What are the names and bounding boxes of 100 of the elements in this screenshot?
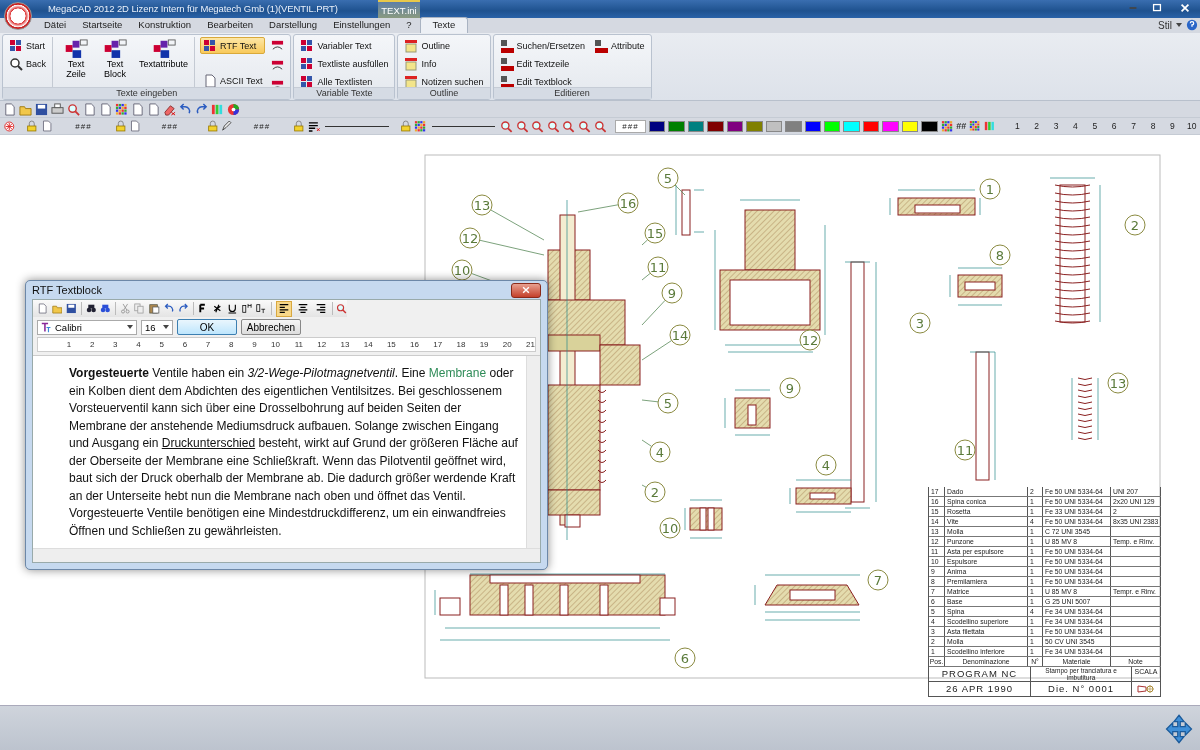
color-swatch[interactable] <box>785 120 802 132</box>
subscript-icon[interactable] <box>256 302 267 315</box>
document-icon[interactable] <box>99 102 112 116</box>
caret-icon[interactable] <box>163 325 169 329</box>
zoom-icon[interactable] <box>546 119 560 133</box>
color-swatch[interactable] <box>687 120 705 132</box>
cancel-button[interactable]: Abbrechen <box>241 319 301 335</box>
ribbon-button[interactable]: Edit Textzeile <box>496 55 589 72</box>
close-icon[interactable] <box>1179 2 1191 14</box>
color-swatch[interactable] <box>707 120 724 132</box>
color-table-icon[interactable] <box>969 120 981 132</box>
document-icon[interactable] <box>131 102 144 116</box>
palette-icon[interactable] <box>227 102 240 116</box>
find-icon[interactable] <box>85 302 97 315</box>
layer-button[interactable]: 1 <box>1009 121 1026 131</box>
color-swatch[interactable] <box>843 120 860 132</box>
ribbon-button[interactable]: Notizen suchen <box>401 73 487 87</box>
app-logo[interactable] <box>4 2 32 30</box>
toolbar-field[interactable]: ### <box>152 121 188 131</box>
color-swatch[interactable] <box>648 120 666 132</box>
layer-button[interactable]: 2 <box>1028 121 1045 131</box>
save-icon[interactable] <box>66 302 77 315</box>
navigation-arrows-icon[interactable] <box>1164 714 1194 744</box>
color-swatch[interactable] <box>746 120 763 132</box>
ribbon-button[interactable]: Info <box>401 55 487 72</box>
layer-button[interactable]: 6 <box>1106 121 1123 131</box>
document-icon[interactable] <box>129 120 141 132</box>
paste-icon[interactable] <box>149 302 160 315</box>
layer-button[interactable]: 7 <box>1125 121 1142 131</box>
document-icon[interactable] <box>147 102 160 116</box>
help-icon[interactable] <box>1186 19 1198 31</box>
ribbon-button[interactable]: Start <box>6 37 49 54</box>
ribbon-button[interactable]: Outline <box>401 37 487 54</box>
zoom-icon[interactable] <box>500 119 513 133</box>
color-swatch[interactable] <box>765 120 783 132</box>
ribbon-button[interactable]: Edit Textblock <box>496 73 589 87</box>
ribbon-tab[interactable]: Texte <box>419 17 469 33</box>
ribbon-button[interactable]: Textliste ausfüllen <box>297 55 392 72</box>
horizontal-scrollbar[interactable] <box>33 548 540 562</box>
color-grid-icon[interactable] <box>414 119 427 133</box>
color-swatch[interactable] <box>901 120 919 132</box>
zoom-icon[interactable] <box>578 119 591 133</box>
underline-icon[interactable] <box>226 302 238 315</box>
align-button[interactable] <box>275 300 292 317</box>
color-swatch[interactable] <box>823 120 841 132</box>
zoom-icon[interactable] <box>531 119 544 133</box>
new-document-icon[interactable] <box>37 302 48 315</box>
ribbon-tab[interactable]: Konstruktion <box>130 17 200 33</box>
superscript-icon[interactable] <box>241 302 253 315</box>
ok-button[interactable]: OK <box>177 319 237 335</box>
undo-icon[interactable] <box>179 102 192 116</box>
undo-icon[interactable] <box>163 302 175 315</box>
color-swatch[interactable] <box>668 120 685 132</box>
grid-icon[interactable] <box>115 102 128 116</box>
ribbon-button[interactable]: Suchen/Ersetzen <box>496 37 589 54</box>
restore-icon[interactable] <box>1151 2 1163 14</box>
caret-icon[interactable] <box>1176 23 1182 27</box>
ribbon-tab[interactable]: Darstellung <box>261 17 326 33</box>
line-style-selector[interactable] <box>325 125 389 127</box>
line-style-icon[interactable] <box>307 119 321 133</box>
layer-button[interactable]: 4 <box>1067 121 1084 131</box>
layer-button[interactable]: 5 <box>1086 121 1103 131</box>
ribbon-tab[interactable]: Dätei <box>36 17 75 33</box>
ribbon-tab[interactable]: Bearbeiten <box>199 17 262 33</box>
ribbon-button[interactable]: ASCII Text <box>200 72 266 87</box>
layer-button[interactable]: 9 <box>1164 121 1181 131</box>
color-field[interactable]: ### <box>614 119 646 133</box>
close-button[interactable] <box>511 282 541 298</box>
zoom-icon[interactable] <box>593 119 607 133</box>
ribbon-button[interactable]: Text Block <box>97 37 133 80</box>
zoom-icon[interactable] <box>562 119 575 133</box>
toolbar-field[interactable]: ### <box>244 121 280 131</box>
color-swatch[interactable] <box>726 120 744 132</box>
size-select[interactable]: 16 <box>141 319 173 335</box>
font-select[interactable]: Calibri <box>37 319 137 335</box>
new-document-icon[interactable] <box>3 102 16 116</box>
text-editor[interactable] <box>33 355 540 562</box>
ribbon-button[interactable]: Back <box>6 55 49 72</box>
crosshair-icon[interactable] <box>3 119 16 133</box>
eraser-icon[interactable] <box>163 102 176 116</box>
ribbon-button[interactable]: Text Zeile <box>58 37 94 80</box>
line-width-selector[interactable] <box>431 125 496 127</box>
color-swatch[interactable] <box>921 120 938 132</box>
zoom-icon[interactable] <box>336 302 348 315</box>
ribbon-button[interactable]: Attribute <box>591 37 648 54</box>
vertical-scrollbar[interactable] <box>526 356 540 548</box>
save-icon[interactable] <box>35 102 48 116</box>
zoom-icon[interactable] <box>515 119 529 133</box>
document-icon[interactable] <box>40 120 53 132</box>
italic-icon[interactable] <box>212 302 223 315</box>
find-next-icon[interactable] <box>100 302 111 315</box>
toolbar-field[interactable]: ### <box>66 121 101 131</box>
layer-button[interactable]: 8 <box>1144 121 1162 131</box>
ribbon-tab[interactable]: Startseite <box>74 17 131 33</box>
print-icon[interactable] <box>51 102 64 116</box>
caret-icon[interactable] <box>127 325 133 329</box>
bars-icon[interactable] <box>983 120 996 132</box>
ribbon-tab[interactable]: Einstellungen <box>325 17 399 33</box>
style-menu[interactable]: Stil <box>1158 19 1172 31</box>
ribbon-button[interactable]: Alle Textlisten <box>297 73 392 87</box>
